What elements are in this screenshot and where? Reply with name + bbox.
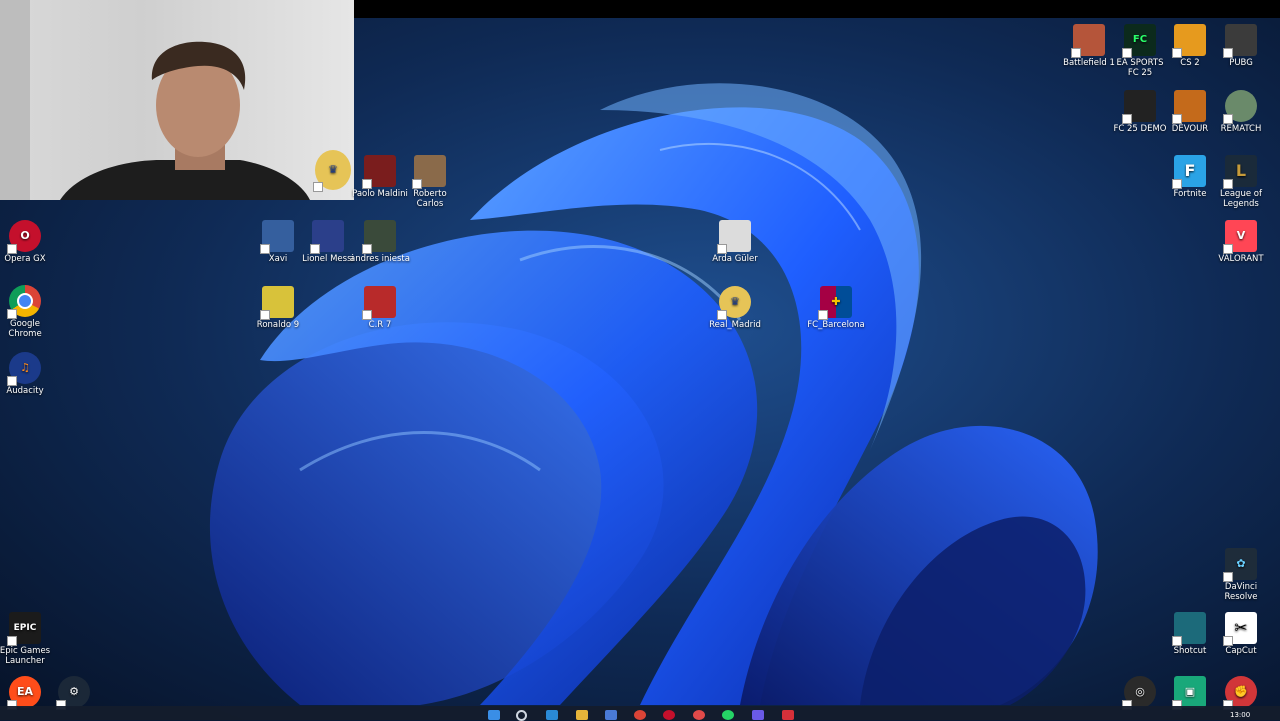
ea-app-icon: EA [7, 676, 41, 710]
desktop-icon-davinci-resolve[interactable]: ✿ DaVinci Resolve [1211, 548, 1271, 602]
capcut-icon: ✂ [1223, 612, 1257, 646]
app-icon[interactable] [782, 710, 794, 720]
desktop-icon-arda-guler[interactable]: Arda Güler [705, 220, 765, 264]
pubg-icon [1223, 24, 1257, 58]
devour-icon [1172, 90, 1206, 124]
desktop-icon-label: Lionel Messi [302, 254, 354, 264]
ea-fc-icon: FC [1122, 24, 1156, 58]
desktop-icon-audacity[interactable]: ♫ Audacity [0, 352, 55, 396]
desktop-icon-opera-gx[interactable]: O Opera GX [0, 220, 55, 264]
photo-icon [362, 286, 396, 320]
photo-icon [310, 220, 344, 254]
file-explorer-icon[interactable] [576, 710, 588, 720]
webcam-overlay [0, 0, 354, 200]
store-icon[interactable] [605, 710, 617, 720]
app-icon[interactable] [693, 710, 705, 720]
steam-icon: ⚙ [56, 676, 90, 710]
whatsapp-icon[interactable] [722, 710, 734, 720]
desktop-icon-league-of-legends[interactable]: L League of Legends [1211, 155, 1271, 209]
desktop-icon-label: Arda Güler [712, 254, 758, 264]
lol-icon: L [1223, 155, 1257, 189]
photo-icon [362, 220, 396, 254]
epic-games-icon: EPIC [7, 612, 41, 646]
rematch-icon [1223, 90, 1257, 124]
desktop-icon-capcut[interactable]: ✂ CapCut [1211, 612, 1271, 656]
audacity-icon: ♫ [7, 352, 41, 386]
taskbar-clock[interactable]: 13:00 [1230, 711, 1250, 719]
desktop-icon-label: League of Legends [1220, 189, 1262, 209]
opera-gx-icon[interactable] [663, 710, 675, 720]
desktop-icon-rematch[interactable]: REMATCH [1211, 90, 1271, 134]
cs2-icon [1172, 24, 1206, 58]
fortnite-icon: F [1172, 155, 1206, 189]
fc-barcelona-crest-icon: ✚ [818, 286, 852, 320]
app-icon[interactable] [752, 710, 764, 720]
davinci-icon: ✿ [1223, 548, 1257, 582]
desktop-icon-epic-games[interactable]: EPIC Epic Games Launcher [0, 612, 55, 666]
desktop-icon-lionel-messi[interactable]: Lionel Messi [298, 220, 358, 264]
desktop-icon-google-chrome[interactable]: Google Chrome [0, 285, 55, 339]
desktop-icon-label: CapCut [1225, 646, 1257, 656]
desktop-icon-label: C.R 7 [368, 320, 392, 330]
webcam-person-silhouette [0, 0, 310, 200]
photo-icon [362, 155, 396, 189]
desktop-icon-cr7[interactable]: C.R 7 [350, 286, 410, 330]
desktop-icon-label: andres iniesta [350, 254, 410, 264]
desktop-icon-real-madrid[interactable]: ♛ Real_Madrid [705, 286, 765, 330]
obs-icon: ◎ [1122, 676, 1156, 710]
desktop-icon-label: Real_Madrid [709, 320, 761, 330]
search-icon[interactable] [516, 710, 527, 721]
chrome-icon [7, 285, 41, 319]
desktop-icon-valorant[interactable]: V VALORANT [1211, 220, 1271, 264]
desktop-icon-steam[interactable]: ⚙ [44, 676, 104, 710]
desktop-icon-label: Audacity [6, 386, 44, 396]
desktop-icon-roberto-carlos[interactable]: Roberto Carlos [400, 155, 460, 209]
desktop-icon-label: Epic Games Launcher [0, 646, 51, 666]
desktop-icon-label: REMATCH [1220, 124, 1262, 134]
desktop-icon-label: DaVinci Resolve [1224, 582, 1258, 602]
desktop-icon-label: VALORANT [1218, 254, 1264, 264]
battlefield-icon [1071, 24, 1105, 58]
chrome-icon[interactable] [634, 710, 646, 720]
riot-client-icon: ✊ [1223, 676, 1257, 710]
desktop-icon-label: FC_Barcelona [807, 320, 865, 330]
shotcut-icon [1172, 612, 1206, 646]
edge-icon[interactable] [546, 710, 558, 720]
photo-icon [260, 286, 294, 320]
desktop-icon-pubg[interactable]: PUBG [1211, 24, 1271, 68]
real-madrid-crest-icon: ♛ [717, 286, 751, 320]
desktop-icon-label: PUBG [1229, 58, 1253, 68]
desktop-icon-label: Ronaldo 9 [256, 320, 300, 330]
opera-gx-icon: O [7, 220, 41, 254]
fc25-demo-icon [1122, 90, 1156, 124]
real-madrid-crest-icon: ♛ [313, 150, 351, 192]
twitch-studio-icon: ▣ [1172, 676, 1206, 710]
desktop-icon-riot-client[interactable]: ✊ [1211, 676, 1271, 710]
desktop-icon-label: Opera GX [4, 254, 46, 264]
valorant-icon: V [1223, 220, 1257, 254]
desktop-icon-fc-barcelona[interactable]: ✚ FC_Barcelona [806, 286, 866, 330]
desktop-icon-ronaldo-9[interactable]: Ronaldo 9 [248, 286, 308, 330]
photo-icon [717, 220, 751, 254]
photo-icon [412, 155, 446, 189]
photo-icon [260, 220, 294, 254]
windows-start-icon[interactable] [488, 710, 500, 720]
desktop-icon-label: Google Chrome [8, 319, 42, 339]
desktop-icon-label: Roberto Carlos [413, 189, 447, 209]
desktop-icon-andres-iniesta[interactable]: andres iniesta [350, 220, 410, 264]
